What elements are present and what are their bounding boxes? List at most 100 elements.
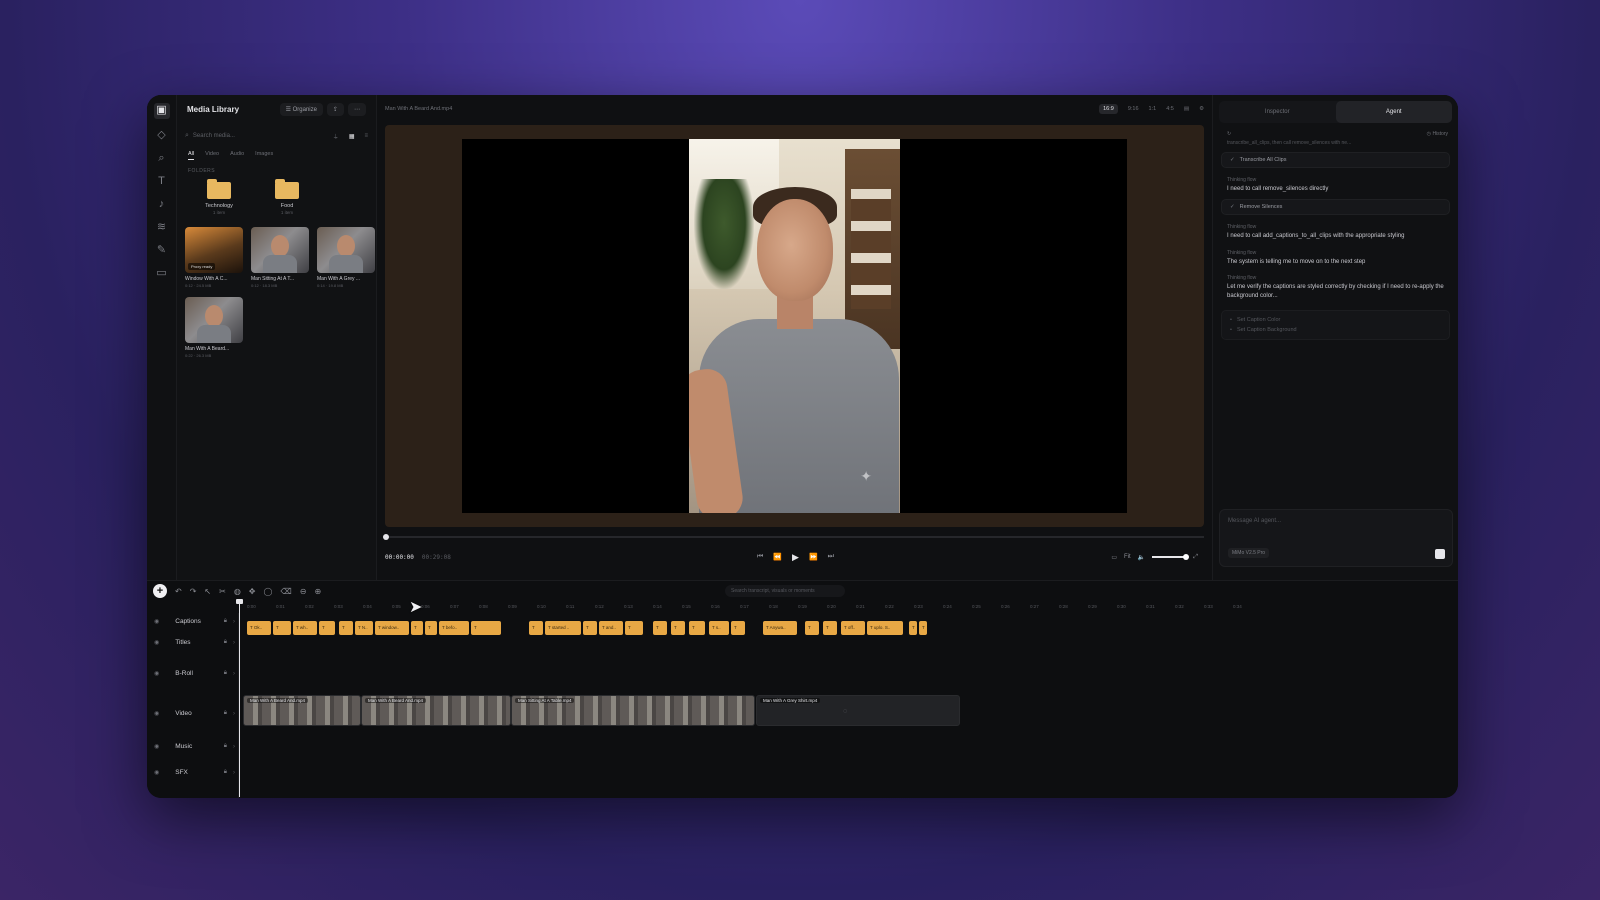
tab-video[interactable]: Video <box>205 151 219 160</box>
timeline-search[interactable]: Search transcript, visuals or moments <box>725 585 845 597</box>
eye-icon[interactable]: ◉ <box>154 710 159 717</box>
caption-clip[interactable]: T <box>653 621 667 635</box>
caption-clip[interactable]: T <box>583 621 597 635</box>
select-icon[interactable]: ↖ <box>204 587 211 596</box>
aspect-9-16-button[interactable]: 9:16 <box>1128 106 1139 112</box>
tab-audio[interactable]: Audio <box>230 151 244 160</box>
skip-start-icon[interactable]: ⏮ <box>757 553 763 561</box>
caption-clip[interactable]: T <box>319 621 335 635</box>
caption-clip[interactable]: T <box>339 621 353 635</box>
eye-icon[interactable]: ◉ <box>154 618 159 625</box>
chevron-right-icon[interactable]: › <box>233 671 235 677</box>
eye-icon[interactable]: ◉ <box>154 639 159 646</box>
settings-icon[interactable]: ⚙ <box>1199 106 1204 112</box>
move-icon[interactable]: ✥ <box>249 587 256 596</box>
stop-icon[interactable] <box>1435 549 1445 559</box>
tab-images[interactable]: Images <box>255 151 273 160</box>
zoom-out-icon[interactable]: ⊖ <box>300 587 307 596</box>
caption-clip[interactable]: T <box>411 621 423 635</box>
layout-icon[interactable]: ▤ <box>1184 106 1189 112</box>
folder-technology[interactable]: Technology 1 item <box>199 179 239 215</box>
playhead[interactable] <box>236 599 243 797</box>
trash-icon[interactable]: ▭ <box>155 266 169 280</box>
caption-clip[interactable]: T and.. <box>599 621 623 635</box>
monitor-icon[interactable]: ▭ <box>1111 554 1117 561</box>
chevron-right-icon[interactable]: › <box>233 744 235 750</box>
volume-slider[interactable] <box>1152 554 1190 560</box>
aspect-16-9-button[interactable]: 16:9 <box>1099 104 1118 114</box>
scissors-icon[interactable]: ✂ <box>219 587 226 596</box>
loop-icon[interactable]: ◯ <box>264 587 273 596</box>
tool-step[interactable]: ✓ Remove Silences <box>1221 199 1450 216</box>
rewind-icon[interactable]: ⏪ <box>773 553 782 561</box>
caption-clip[interactable]: T <box>425 621 437 635</box>
upload-button[interactable]: ⇪ <box>326 102 344 116</box>
caption-clip[interactable]: T <box>471 621 501 635</box>
scrubber[interactable] <box>383 534 1204 540</box>
text-icon[interactable]: T <box>155 174 169 188</box>
lock-icon[interactable]: 🔒︎ <box>224 710 227 717</box>
chevron-right-icon[interactable]: › <box>233 619 235 625</box>
caption-clip[interactable]: T <box>689 621 705 635</box>
caption-clip[interactable]: T N.. <box>355 621 373 635</box>
lock-icon[interactable]: 🔒︎ <box>224 769 227 776</box>
list-view-icon[interactable]: ≡ <box>364 133 368 139</box>
fullscreen-icon[interactable]: ⤢ <box>1193 554 1198 561</box>
tab-inspector[interactable]: Inspector <box>1219 101 1336 123</box>
caption-clip[interactable]: T befo.. <box>439 621 469 635</box>
media-icon[interactable]: ▣ <box>153 103 170 119</box>
chevron-right-icon[interactable]: › <box>233 770 235 776</box>
caption-clip[interactable]: T started .. <box>545 621 581 635</box>
caption-clip[interactable]: T <box>625 621 643 635</box>
caption-clip[interactable]: T Ok.. <box>247 621 271 635</box>
fit-label[interactable]: Fit <box>1124 554 1131 560</box>
grid-view-icon[interactable]: ▦ <box>349 133 355 140</box>
aspect-1-1-button[interactable]: 1:1 <box>1149 106 1157 112</box>
history-button[interactable]: ◷ History <box>1427 131 1448 137</box>
delete-icon[interactable]: ⌫ <box>280 587 291 596</box>
magnet-icon[interactable]: ◍ <box>234 587 241 596</box>
folder-food[interactable]: Food 1 item <box>267 179 307 215</box>
caption-clip[interactable]: T <box>731 621 745 635</box>
more-button[interactable]: ⋯ <box>348 102 366 116</box>
add-button[interactable]: + <box>153 584 167 598</box>
media-search-input[interactable]: Search media... <box>193 133 333 139</box>
tab-all[interactable]: All <box>188 151 195 160</box>
refresh-icon[interactable]: ↻ <box>1227 131 1231 137</box>
caption-clip[interactable]: T uplo. S.. <box>867 621 903 635</box>
video-clip[interactable]: Man Sitting At A Table.mp4 <box>511 695 755 726</box>
video-clip[interactable]: Man With A Beard And.mp4 <box>243 695 361 726</box>
undo-icon[interactable]: ↶ <box>175 587 182 596</box>
video-clip[interactable]: Man With A Beard And.mp4 <box>361 695 511 726</box>
caption-clip[interactable]: T wh.. <box>293 621 317 635</box>
layers-icon[interactable]: ◇ <box>155 128 169 142</box>
eye-icon[interactable]: ◉ <box>154 670 159 677</box>
media-item[interactable]: Man With A Grey ... 0:14 · 19.8 MB <box>317 227 375 288</box>
stack-icon[interactable]: ≋ <box>155 220 169 234</box>
media-item[interactable]: Man Sitting At A T... 0:12 · 18.3 MB <box>251 227 309 288</box>
tab-agent[interactable]: Agent <box>1335 101 1452 123</box>
redo-icon[interactable]: ↷ <box>190 587 197 596</box>
forward-icon[interactable]: ⏩ <box>809 553 818 561</box>
organize-button[interactable]: ☰ Organize <box>279 102 323 116</box>
eye-icon[interactable]: ◉ <box>154 769 159 776</box>
caption-clip[interactable]: T <box>671 621 685 635</box>
media-item[interactable]: Proxy ready Window With A C... 0:12 · 24… <box>185 227 243 288</box>
search-icon[interactable]: ⌕ <box>155 151 169 165</box>
caption-clip[interactable]: T <box>273 621 291 635</box>
video-clip[interactable]: Man With A Grey Shirt.mp4 ◌ <box>756 695 960 726</box>
eye-icon[interactable]: ◉ <box>154 743 159 750</box>
model-selector[interactable]: MiMo V2.5 Pro <box>1228 548 1270 558</box>
lock-icon[interactable]: 🔒︎ <box>224 618 227 625</box>
video-frame[interactable]: ✦ <box>689 139 900 513</box>
play-icon[interactable]: ▶ <box>792 552 799 563</box>
caption-clip[interactable]: T <box>919 621 927 635</box>
chevron-right-icon[interactable]: › <box>233 711 235 717</box>
caption-clip[interactable]: T s.. <box>709 621 729 635</box>
caption-clip[interactable]: T Anywa.. <box>763 621 797 635</box>
agent-input-placeholder[interactable]: Message AI agent... <box>1220 510 1452 532</box>
chevron-right-icon[interactable]: › <box>233 640 235 646</box>
scrubber-handle[interactable] <box>383 534 389 540</box>
media-item[interactable]: Man With A Beard... 0:22 · 26.3 MB <box>185 297 243 358</box>
zoom-in-icon[interactable]: ⊕ <box>314 587 321 596</box>
